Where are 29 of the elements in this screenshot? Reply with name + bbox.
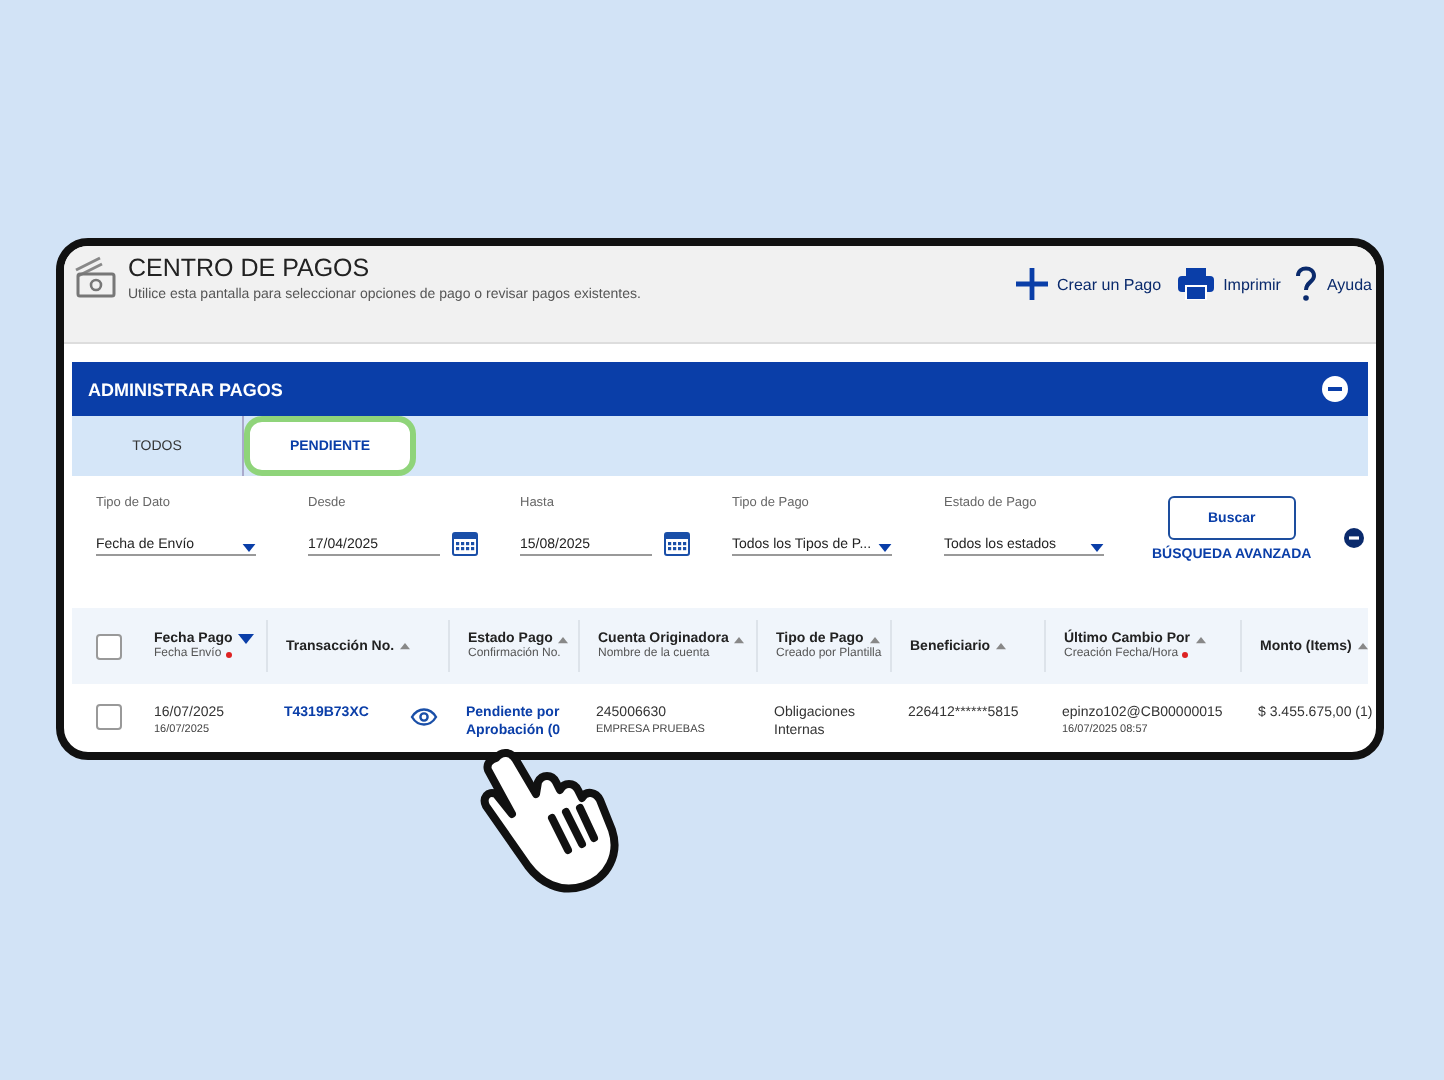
sort-up-icon[interactable] [996,642,1007,650]
sort-up-icon[interactable] [558,635,569,643]
sort-up-icon[interactable] [869,635,880,643]
sort-up-icon[interactable] [1357,642,1368,650]
eye-icon[interactable] [410,708,439,726]
help-link[interactable]: Ayuda [1296,266,1372,302]
sort-up-icon[interactable] [400,642,411,650]
sort-up-icon[interactable] [1196,635,1207,643]
calendar-icon[interactable] [664,532,690,556]
sort-up-icon[interactable] [734,635,745,643]
page-title: CENTRO DE PAGOS [128,254,372,282]
row-checkbox[interactable] [96,704,122,730]
calendar-icon[interactable] [452,532,478,556]
plus-icon [1015,268,1048,300]
money-icon [72,254,116,298]
create-link[interactable]: Crear un Pago [1015,268,1162,300]
print-link[interactable]: Imprimir [1177,268,1281,300]
collapse-icon[interactable] [1322,376,1348,402]
sort-down-icon[interactable] [238,634,255,644]
caret-icon [242,544,256,552]
select-all-checkbox[interactable] [96,633,122,659]
required-icon [1182,651,1189,657]
caret-icon [878,544,892,552]
panel-title: ADMINISTRAR PAGOS [88,379,283,399]
collapse-icon[interactable] [1343,528,1364,548]
help-icon [1296,266,1317,302]
caret-icon [1090,544,1104,552]
printer-icon [1177,268,1214,300]
required-icon [225,651,232,657]
